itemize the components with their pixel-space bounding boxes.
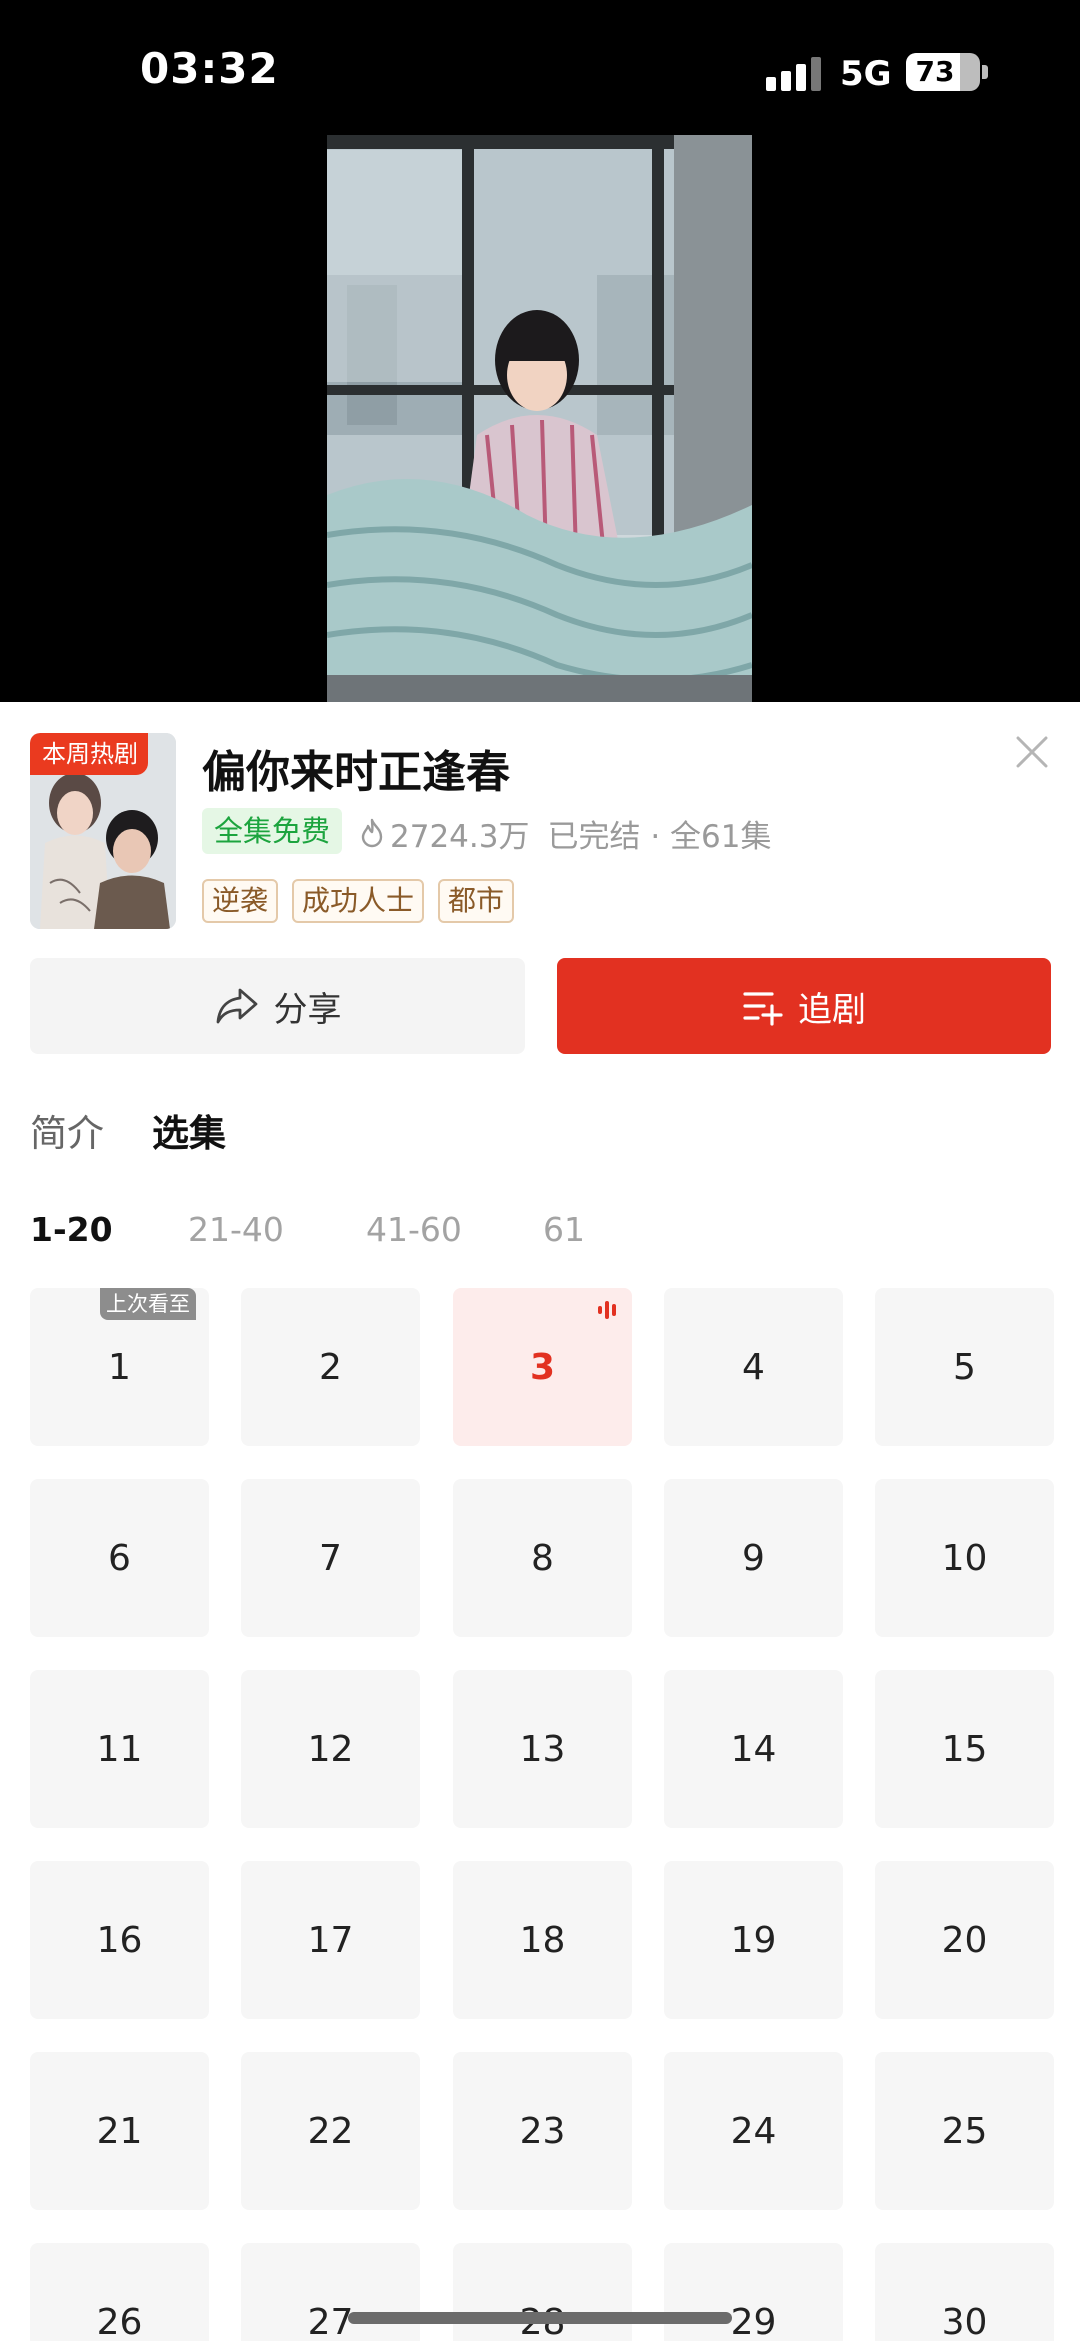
episode-number: 25 [941,2110,988,2152]
episode-button[interactable]: 23 [453,2052,632,2210]
episode-button[interactable]: 19 [664,1861,843,2019]
episode-button[interactable]: 24 [664,2052,843,2210]
episode-number: 22 [307,2110,354,2152]
episode-number: 14 [730,1728,777,1770]
episode-button[interactable]: 3 [453,1288,632,1446]
range-tab[interactable]: 21-40 [188,1210,284,1249]
battery-icon: 73 [906,53,980,91]
drama-cover-image[interactable]: 本周热剧 [30,733,176,929]
episode-number: 19 [730,1919,777,1961]
add-to-list-icon [743,992,783,1026]
video-player-area[interactable]: 03:32 5G 73 [0,0,1080,702]
episode-number: 21 [96,2110,143,2152]
episode-button[interactable]: 18 [453,1861,632,2019]
episode-button[interactable]: 5 [875,1288,1054,1446]
follow-drama-button[interactable]: 追剧 [557,958,1051,1054]
home-indicator[interactable] [348,2312,732,2324]
video-frame-image [327,135,752,702]
episode-button[interactable]: 13 [453,1670,632,1828]
tab-intro[interactable]: 简介 [30,1103,104,1157]
video-poster[interactable] [327,135,752,702]
episode-number: 13 [519,1728,566,1770]
genre-tags: 逆袭 成功人士 都市 [202,879,515,923]
episode-number: 24 [730,2110,777,2152]
episode-number: 29 [730,2301,777,2341]
episode-button[interactable]: 28 [453,2243,632,2341]
genre-tag[interactable]: 逆袭 [202,879,279,923]
drama-title: 偏你来时正逢春 [202,747,510,798]
weekly-hot-badge: 本周热剧 [30,733,148,775]
share-icon [216,988,257,1024]
drama-meta: 2724.3万 已完结 · 全61集 [358,810,772,856]
network-type: 5G [840,54,892,94]
episode-button[interactable]: 30 [875,2243,1054,2341]
episode-number: 5 [953,1346,976,1388]
episode-number: 2 [319,1346,342,1388]
episode-button[interactable]: 20 [875,1861,1054,2019]
battery-nub [982,65,988,79]
now-playing-icon [598,1301,616,1319]
follow-label: 追剧 [798,989,866,1030]
episode-button[interactable]: 26 [30,2243,209,2341]
episode-button[interactable]: 9 [664,1479,843,1637]
episode-number: 17 [307,1919,354,1961]
episode-button[interactable]: 8 [453,1479,632,1637]
episode-number: 3 [529,1346,556,1388]
tab-episodes[interactable]: 选集 [152,1103,226,1157]
genre-tag[interactable]: 成功人士 [292,879,425,923]
signal-icon [766,57,822,91]
episode-button[interactable]: 29 [664,2243,843,2341]
last-watched-badge: 上次看至 [100,1288,196,1320]
episode-number: 20 [941,1919,988,1961]
episode-number: 4 [742,1346,765,1388]
range-tab[interactable]: 61 [543,1210,585,1249]
episode-button[interactable]: 17 [241,1861,420,2019]
episode-number: 27 [307,2301,354,2341]
free-badge: 全集免费 [202,808,343,854]
episode-button[interactable]: 10 [875,1479,1054,1637]
episode-number: 26 [96,2301,143,2341]
episode-button[interactable]: 25 [875,2052,1054,2210]
episode-button[interactable]: 1 上次看至 [30,1288,209,1446]
episode-button[interactable]: 11 [30,1670,209,1828]
episode-button[interactable]: 4 [664,1288,843,1446]
episode-button[interactable]: 16 [30,1861,209,2019]
episode-number: 30 [941,2301,988,2341]
episode-number: 23 [519,2110,566,2152]
episode-number: 16 [96,1919,143,1961]
episode-button[interactable]: 15 [875,1670,1054,1828]
episode-button[interactable]: 6 [30,1479,209,1637]
episode-button[interactable]: 22 [241,2052,420,2210]
episode-number: 18 [519,1919,566,1961]
heat-icon [361,818,383,848]
episode-number: 6 [108,1537,131,1579]
episode-number: 8 [531,1537,554,1579]
status-time: 03:32 [140,44,279,93]
share-label: 分享 [273,989,342,1030]
episode-button[interactable]: 7 [241,1479,420,1637]
heat-count: 2724.3万 [390,818,530,855]
episode-button[interactable]: 27 [241,2243,420,2341]
episode-number: 7 [319,1537,342,1579]
episode-number: 9 [742,1537,765,1579]
range-tab[interactable]: 1-20 [30,1210,113,1249]
battery-level: 73 [915,55,955,88]
episode-number: 10 [941,1537,988,1579]
close-icon[interactable] [1012,732,1052,772]
episode-number: 12 [307,1728,354,1770]
episode-button[interactable]: 2 [241,1288,420,1446]
range-tab[interactable]: 41-60 [366,1210,462,1249]
detail-tabs: 简介 选集 [30,1103,226,1157]
episode-number: 1 [108,1346,131,1388]
episode-button[interactable]: 21 [30,2052,209,2210]
share-button[interactable]: 分享 [30,958,525,1054]
episode-number: 11 [96,1728,143,1770]
episode-button[interactable]: 14 [664,1670,843,1828]
genre-tag[interactable]: 都市 [438,879,515,923]
status-bar: 03:32 5G 73 [0,0,1080,130]
episode-button[interactable]: 12 [241,1670,420,1828]
episode-status: 已完结 · 全61集 [547,818,772,855]
episode-number: 15 [941,1728,988,1770]
